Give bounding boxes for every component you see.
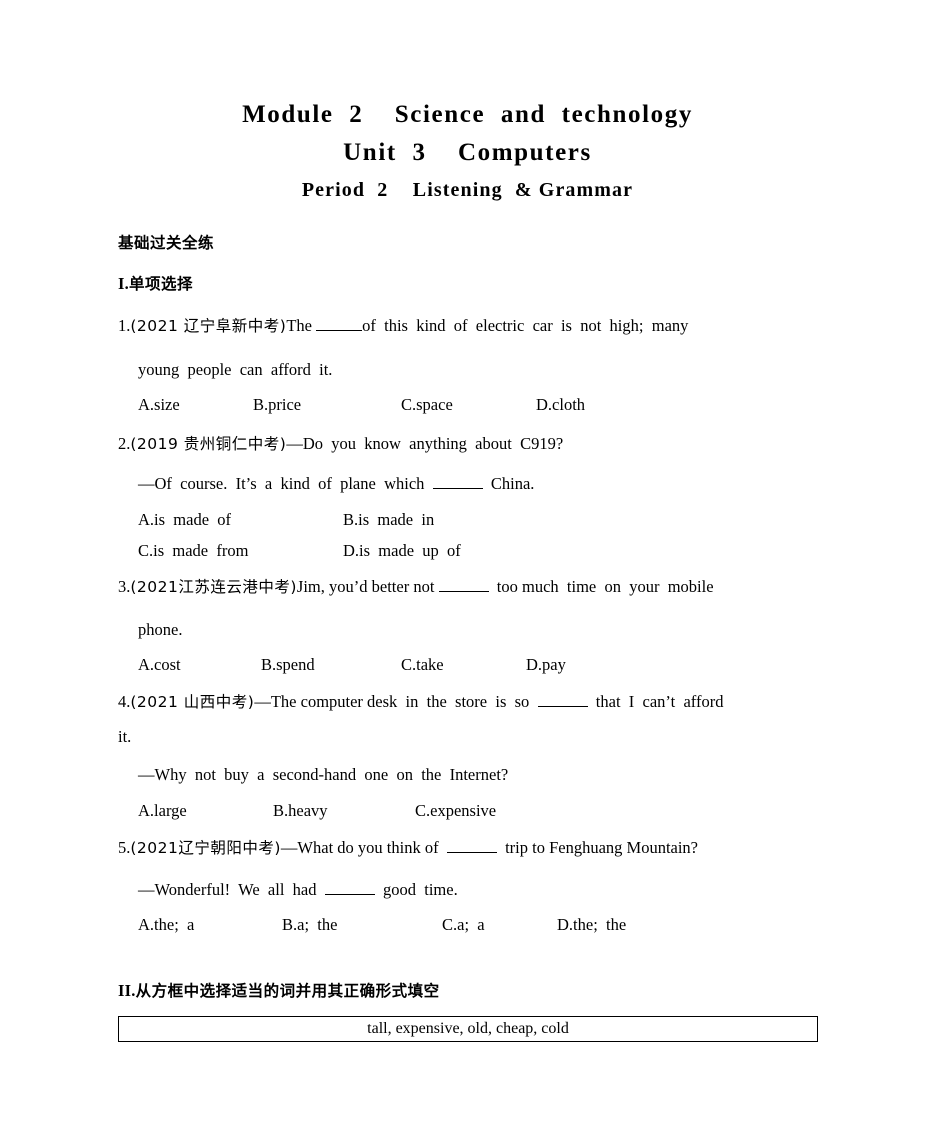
question-4-stem-line-2: it. [118,727,132,746]
question-2-option-d[interactable]: D.is made up of [343,541,461,561]
question-5-text-before-blank: —What do you think of [280,838,447,857]
question-3-option-b[interactable]: B.spend [261,655,401,675]
worksheet-page: Module 2 Science and technology Unit 3 C… [0,0,935,1137]
section-1-label: 单项选择 [128,275,193,293]
question-5-options: A.the; a B.a; the C.a; a D.the; the [138,915,626,935]
question-4-options: A.large B.heavy C.expensive [138,801,496,821]
question-5-source: (2021辽宁朝阳中考) [130,839,281,857]
question-5-line2-before-blank: —Wonderful! We all had [138,880,325,899]
question-2-option-a[interactable]: A.is made of [138,510,343,530]
question-4-text-after-blank: that I can’t afford [587,692,724,711]
question-1-text-after-blank: of this kind of electric car is not high… [362,316,689,335]
question-5-stem-line-1: 5.(2021辽宁朝阳中考)—What do you think of trip… [118,838,698,858]
page-title-module: Module 2 Science and technology [242,101,693,128]
section-2-header: II.从方框中选择适当的词并用其正确形式填空 [118,979,440,1001]
question-3-blank[interactable] [438,578,489,592]
question-3-stem-line-1: 3.(2021江苏连云港中考)Jim, you’d better not too… [118,577,714,597]
question-5-option-a[interactable]: A.the; a [138,915,282,935]
question-5-blank-2[interactable] [324,881,375,895]
question-1-option-a[interactable]: A.size [138,395,253,415]
question-2-option-b[interactable]: B.is made in [343,510,434,530]
word-bank-words: tall, expensive, old, cheap, cold [367,1020,569,1037]
question-4-blank[interactable] [537,693,588,707]
section-1-header: I.单项选择 [118,272,193,294]
basic-drill-header: 基础过关全练 [118,234,215,252]
question-3-number: 3. [118,577,131,596]
question-1-options: A.size B.price C.space D.cloth [138,395,585,415]
question-5-option-c[interactable]: C.a; a [442,915,557,935]
question-4-stem-line-1: 4.(2021 山西中考)—The computer desk in the s… [118,692,723,712]
question-2-stem-line-2: —Of course. It’s a kind of plane which C… [138,474,534,494]
question-5-option-d[interactable]: D.the; the [557,915,626,935]
question-5-option-b[interactable]: B.a; the [282,915,442,935]
question-2-number: 2. [118,434,131,453]
question-3-source: (2021江苏连云港中考) [130,578,297,596]
question-5-text-after-blank: trip to Fenghuang Mountain? [496,838,699,857]
question-5-number: 5. [118,838,131,857]
question-4-text-before-blank: —The computer desk in the store is so [254,692,538,711]
page-title-period: Period 2 Listening & Grammar [301,179,634,201]
question-5-stem-line-2: —Wonderful! We all had good time. [138,880,458,900]
question-3-option-d[interactable]: D.pay [526,655,566,675]
question-4-source: (2021 山西中考) [130,693,255,711]
question-1-number: 1. [118,316,131,335]
question-3-text-before-blank: Jim, you’d better not [296,577,439,596]
question-1-text-before-blank: The [286,316,317,335]
question-3-text-after-blank: too much time on your mobile [488,577,714,596]
question-3-options: A.cost B.spend C.take D.pay [138,655,566,675]
question-1-stem-line-2: young people can afford it. [138,360,333,379]
question-1-stem-line-1: 1.(2021 辽宁阜新中考)The of this kind of elect… [118,316,688,336]
page-title-unit: Unit 3 Computers [343,139,592,166]
question-2-source: (2019 贵州铜仁中考) [130,435,287,453]
word-bank-box: tall, expensive, old, cheap, cold [118,1016,818,1042]
question-4-option-a[interactable]: A.large [138,801,273,821]
question-2-text-before-blank: —Of course. It’s a kind of plane which [138,474,433,493]
question-1-source: (2021 辽宁阜新中考) [130,317,287,335]
question-4-option-c[interactable]: C.expensive [415,801,496,821]
question-2-text-after-blank: China. [482,474,535,493]
question-1-option-b[interactable]: B.price [253,395,401,415]
question-5-blank-1[interactable] [446,839,497,853]
question-1-option-d[interactable]: D.cloth [536,395,585,415]
question-4-stem-line-3: —Why not buy a second-hand one on the In… [138,765,509,784]
question-3-option-a[interactable]: A.cost [138,655,261,675]
question-2-option-c[interactable]: C.is made from [138,541,343,561]
question-1-blank[interactable] [316,317,363,331]
question-2-options-row-2: C.is made from D.is made up of [138,541,461,561]
section-2-label: 从方框中选择适当的词并用其正确形式填空 [135,982,440,1000]
question-5-line2-after-blank: good time. [374,880,458,899]
document-title-block: Module 2 Science and technology Unit 3 C… [0,98,935,204]
section-1-roman: I. [118,274,129,293]
question-2-stem-line-1: 2.(2019 贵州铜仁中考)—Do you know anything abo… [118,434,563,454]
question-2-text: —Do you know anything about C919? [286,434,564,453]
question-4-number: 4. [118,692,131,711]
question-2-options-row-1: A.is made of B.is made in [138,510,434,530]
section-2-roman: II. [118,981,136,1000]
question-1-option-c[interactable]: C.space [401,395,536,415]
question-2-blank[interactable] [432,475,483,489]
question-4-option-b[interactable]: B.heavy [273,801,415,821]
question-3-option-c[interactable]: C.take [401,655,526,675]
question-3-stem-line-2: phone. [138,620,183,639]
